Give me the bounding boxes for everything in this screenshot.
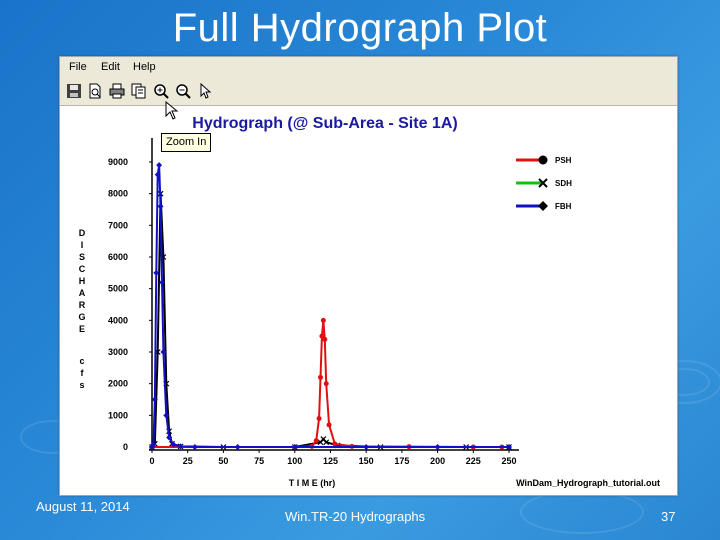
print-button[interactable]: [107, 81, 127, 101]
menu-edit[interactable]: Edit: [101, 61, 120, 73]
data-point: [316, 416, 322, 421]
zoom-in-button[interactable]: [151, 81, 171, 101]
y-tick-label: 5000: [108, 284, 128, 294]
y-tick-label: 6000: [108, 252, 128, 262]
pointer-button[interactable]: [195, 81, 215, 101]
print-icon: [109, 83, 125, 99]
print-preview-icon: [89, 83, 101, 99]
y-axis-unit-letter: c: [79, 356, 84, 366]
y-axis-unit-letter: f: [81, 368, 85, 378]
y-tick-label: 7000: [108, 220, 128, 230]
output-filename: WinDam_Hydrograph_tutorial.out: [516, 478, 660, 488]
x-tick-label: 175: [394, 456, 409, 466]
menu-help[interactable]: Help: [133, 61, 156, 73]
series-sdh: [149, 190, 512, 450]
footer-date: August 11, 2014: [36, 499, 130, 514]
y-axis-label-letter: C: [79, 264, 86, 274]
y-axis-label-letter: D: [79, 228, 86, 238]
copy-icon: [131, 83, 146, 99]
data-point: [157, 203, 164, 210]
footer-title: Win.TR-20 Hydrographs: [285, 509, 426, 524]
y-axis-label-letter: E: [79, 324, 85, 334]
series-psh: [149, 317, 505, 450]
toolbar: [60, 78, 677, 106]
slide-title: Full Hydrograph Plot: [172, 6, 548, 50]
menu-file[interactable]: File: [69, 61, 87, 73]
x-tick-label: 75: [254, 456, 264, 466]
data-point: [313, 438, 319, 444]
legend: PSH SDH FBH: [516, 155, 572, 211]
application-window: File Edit Help Hydrograph (@ Sub-Area - …: [59, 56, 678, 496]
y-tick-label: 0: [123, 442, 128, 452]
x-tick-label: 225: [466, 456, 481, 466]
y-axis-label-letter: R: [79, 300, 86, 310]
data-point: [320, 317, 326, 323]
page-number: 37: [661, 509, 676, 524]
zoom-in-tooltip: Zoom In: [161, 133, 212, 152]
series-line: [151, 193, 509, 448]
y-axis-label-letter: H: [79, 276, 86, 286]
x-tick-label: 200: [430, 456, 445, 466]
mouse-cursor-icon: [165, 101, 179, 120]
save-icon: [67, 84, 81, 98]
ripple-decoration: [520, 490, 644, 534]
plot-area: Hydrograph (@ Sub-Area - Site 1A) 0 1000 2…: [60, 106, 677, 495]
x-tick-label: 100: [287, 456, 302, 466]
y-tick-label: 1000: [108, 410, 128, 420]
legend-marker: [538, 201, 548, 211]
menu-bar: File Edit Help: [60, 57, 677, 79]
legend-marker: [538, 155, 548, 165]
hydrograph-chart: Hydrograph (@ Sub-Area - Site 1A) 010002…: [78, 115, 660, 488]
y-tick-label: 4000: [108, 315, 128, 325]
y-axis-label-letter: G: [78, 312, 85, 322]
series-layer: [149, 162, 512, 450]
data-point: [234, 444, 241, 450]
y-axis-label-letter: I: [81, 240, 84, 250]
data-point: [191, 444, 198, 450]
x-tick-label: 125: [323, 456, 338, 466]
data-point: [322, 336, 328, 342]
legend-label: SDH: [555, 179, 572, 188]
data-point: [434, 444, 441, 450]
data-point: [332, 441, 338, 447]
x-tick-label: 50: [218, 456, 228, 466]
y-tick-label: 3000: [108, 347, 128, 357]
x-tick-label: 25: [183, 456, 193, 466]
series-fbh: [149, 162, 512, 450]
print-preview-button[interactable]: [85, 81, 105, 101]
x-tick-label: 250: [501, 456, 516, 466]
y-axis-unit-letter: s: [79, 380, 84, 390]
chart-title: Hydrograph (@ Sub-Area - Site 1A): [192, 115, 457, 132]
y-tick-label: 2000: [108, 379, 128, 389]
data-point: [363, 444, 370, 450]
zoom-in-icon: [154, 84, 169, 99]
y-tick-label: 9000: [108, 157, 128, 167]
copy-button[interactable]: [129, 81, 149, 101]
y-axis-label-letter: S: [79, 252, 85, 262]
legend-label: FBH: [555, 202, 572, 211]
x-axis-label: T I M E (hr): [289, 478, 336, 488]
y-tick-label: 8000: [108, 189, 128, 199]
data-point: [156, 162, 163, 169]
zoom-out-button[interactable]: [173, 81, 193, 101]
x-tick-label: 150: [359, 456, 374, 466]
series-line: [151, 165, 509, 448]
save-button[interactable]: [64, 81, 84, 101]
pointer-icon: [200, 83, 212, 99]
data-point: [323, 381, 329, 387]
data-point: [318, 374, 324, 380]
x-tick-label: 0: [149, 456, 154, 466]
zoom-out-icon: [176, 84, 191, 99]
legend-label: PSH: [555, 156, 572, 165]
y-axis-label-letter: A: [79, 288, 86, 298]
data-point: [326, 422, 332, 428]
axes: 0 1000 2000 3000 4000 5000 6000 7000 8000 9000 0 25…: [78, 138, 519, 466]
